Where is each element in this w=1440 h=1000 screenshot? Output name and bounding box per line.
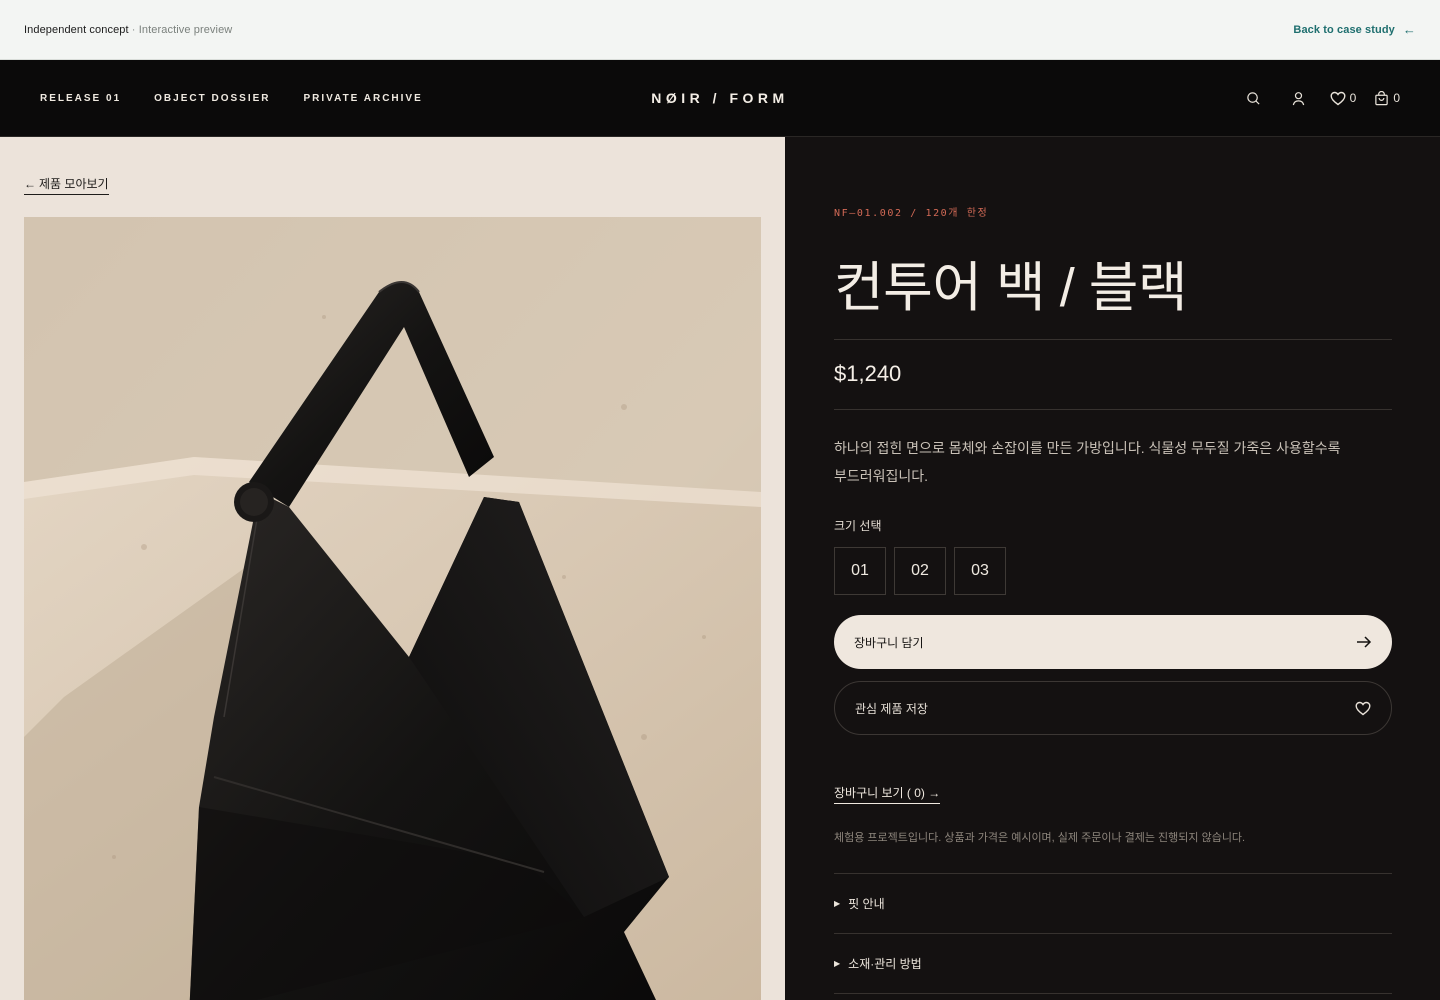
main-nav: RELEASE 01 OBJECT DOSSIER PRIVATE ARCHIV… (40, 93, 423, 104)
divider (834, 933, 1392, 934)
accordion-material-care-label: 소재·관리 방법 (848, 957, 922, 971)
nav-private-archive[interactable]: PRIVATE ARCHIVE (304, 93, 423, 104)
bag-photo (24, 217, 761, 1000)
size-option-01[interactable]: 01 (834, 547, 886, 595)
bag-icon (1375, 90, 1389, 105)
size-option-03[interactable]: 03 (954, 547, 1006, 595)
caret-right-icon: ▶ (834, 899, 841, 908)
back-to-case-study-link[interactable]: Back to case study ← (1293, 22, 1416, 37)
nav-release-01[interactable]: RELEASE 01 (40, 93, 121, 104)
save-to-wishlist-label: 관심 제품 저장 (855, 701, 928, 716)
header-actions: 0 0 (1246, 90, 1400, 106)
nav-object-dossier[interactable]: OBJECT DOSSIER (154, 93, 270, 104)
product-image (24, 217, 761, 1000)
back-to-case-study-label: Back to case study (1293, 23, 1395, 36)
preview-bar: Independent concept · Interactive previe… (0, 0, 1440, 60)
account-icon (1292, 91, 1304, 105)
accordion-fit-guide[interactable]: ▶ 핏 안내 (834, 895, 1392, 912)
product-info: NF—01.002 / 120개 한정 컨투어 백 / 블랙 $1,240 하나… (786, 137, 1440, 1000)
caret-right-icon: ▶ (834, 959, 841, 968)
account-button[interactable] (1291, 91, 1306, 106)
logo[interactable]: NØIR / FORM (651, 90, 788, 106)
divider (834, 873, 1392, 874)
cart-button[interactable]: 0 (1374, 90, 1400, 106)
preview-label: Independent concept · Interactive previe… (24, 24, 232, 36)
divider (834, 339, 1392, 340)
add-to-cart-button[interactable]: 장바구니 담기 (834, 615, 1392, 669)
accordion-material-care[interactable]: ▶ 소재·관리 방법 (834, 955, 1392, 972)
divider (834, 993, 1392, 994)
add-to-cart-label: 장바구니 담기 (854, 635, 924, 650)
concept-text: Independent concept (24, 23, 129, 36)
preview-mode-text: Interactive preview (138, 23, 233, 36)
cart-count: 0 (1393, 91, 1400, 105)
separator: · (128, 23, 139, 36)
search-icon (1246, 91, 1260, 105)
demo-disclaimer: 체험용 프로젝트입니다. 상품과 가격은 예시이며, 실제 주문이나 결제는 진… (834, 832, 1246, 844)
back-to-products-link[interactable]: ← 제품 모아보기 (24, 175, 109, 195)
arrow-left-icon: ← (1402, 22, 1416, 37)
back-to-products-label: 제품 모아보기 (39, 177, 109, 191)
accordion-fit-guide-label: 핏 안내 (848, 897, 885, 911)
arrow-left-icon: ← (24, 176, 36, 191)
divider (834, 409, 1392, 410)
view-cart-link[interactable]: 장바구니 보기 ( 0) → (834, 784, 941, 804)
product-gallery: ← 제품 모아보기 (0, 137, 785, 1000)
save-to-wishlist-button[interactable]: 관심 제품 저장 (834, 681, 1392, 735)
arrow-right-icon (1357, 636, 1372, 648)
size-option-02[interactable]: 02 (894, 547, 946, 595)
size-label: 크기 선택 (834, 519, 882, 533)
product-description: 하나의 접힌 면으로 몸체와 손잡이를 만든 가방입니다. 식물성 무두질 가죽… (834, 440, 1341, 484)
heart-icon (1355, 701, 1371, 715)
wishlist-count: 0 (1349, 91, 1357, 105)
size-selector: 01 02 03 (834, 547, 1006, 595)
product-sku: NF—01.002 / 120개 한정 (834, 208, 989, 219)
product-price: $1,240 (834, 361, 902, 386)
heart-icon (1330, 91, 1346, 105)
site-header: RELEASE 01 OBJECT DOSSIER PRIVATE ARCHIV… (0, 60, 1440, 137)
wishlist-button[interactable]: 0 (1330, 91, 1357, 106)
product-title: 컨투어 백 / 블랙 (834, 258, 1188, 318)
search-button[interactable] (1246, 91, 1261, 106)
